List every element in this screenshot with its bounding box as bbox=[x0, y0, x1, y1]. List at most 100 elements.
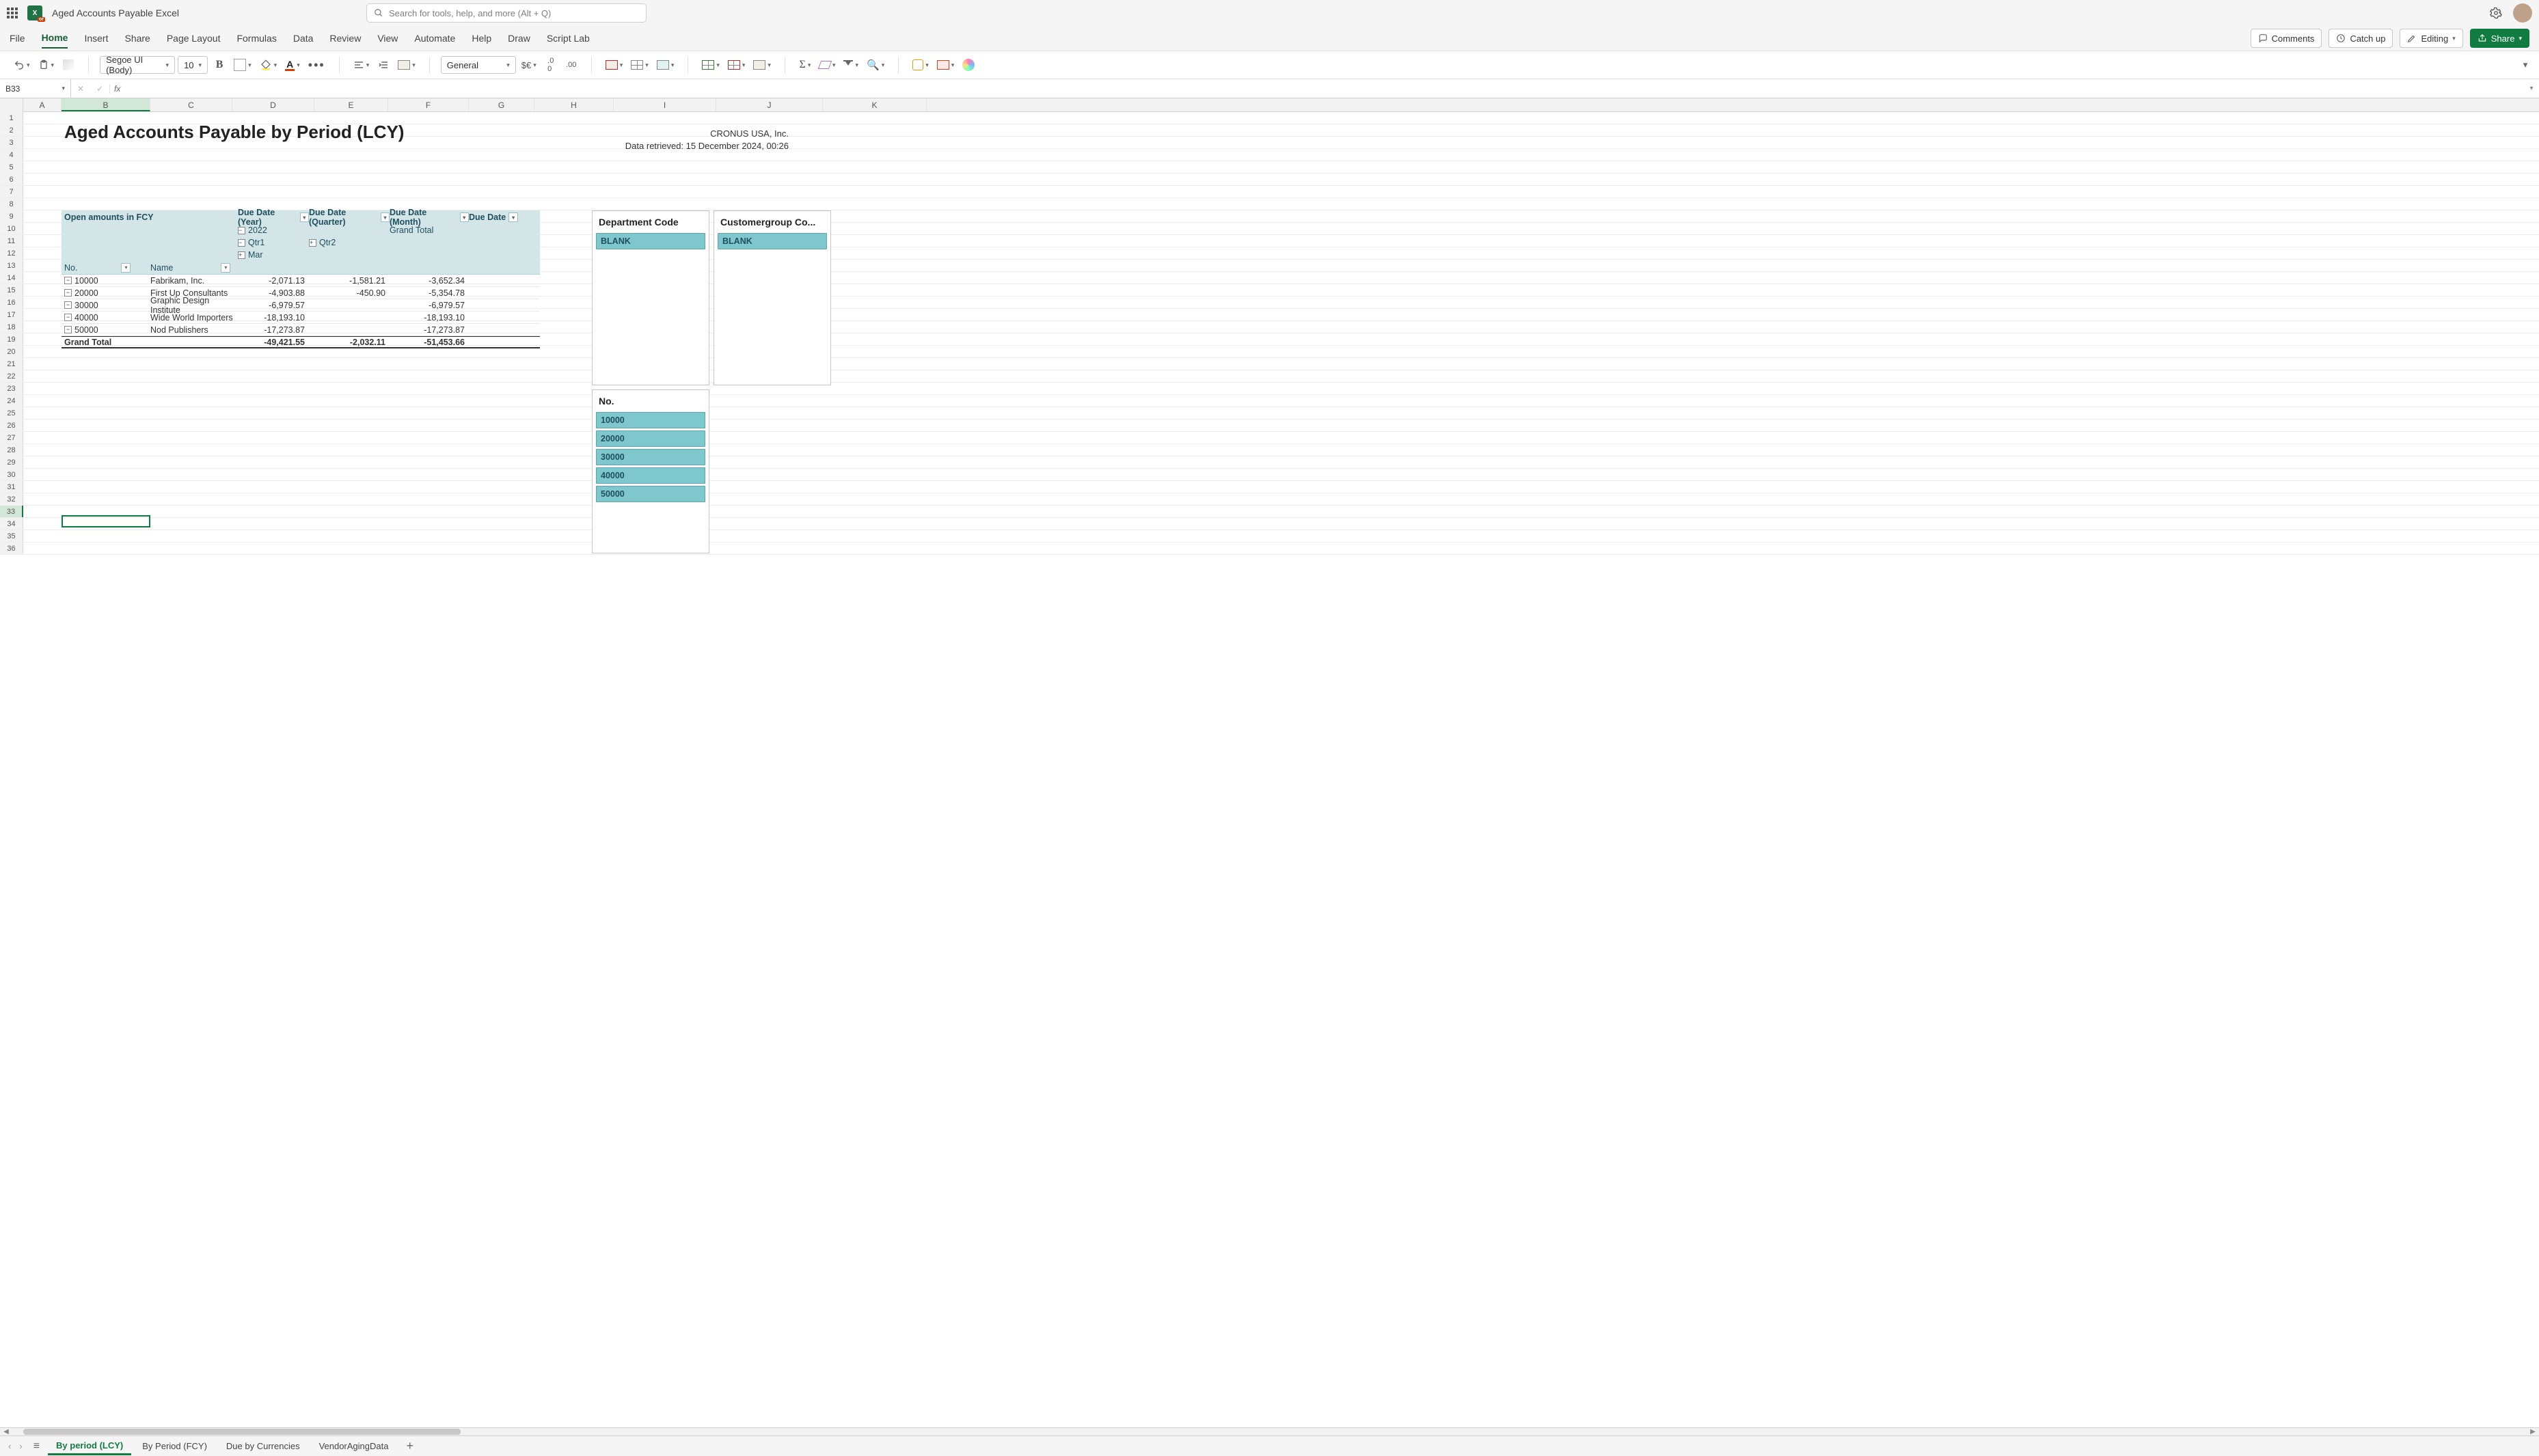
find-button[interactable]: 🔍 bbox=[864, 55, 887, 74]
row-header[interactable]: 32 bbox=[0, 493, 23, 505]
slicer-no[interactable]: No. 10000 20000 30000 40000 50000 bbox=[592, 389, 709, 553]
scroll-left-icon[interactable]: ◀ bbox=[1, 1428, 11, 1436]
more-font-button[interactable]: ••• bbox=[306, 55, 328, 74]
slicer-item[interactable]: 10000 bbox=[596, 412, 705, 428]
tab-page-layout[interactable]: Page Layout bbox=[167, 29, 221, 48]
row-header[interactable]: 15 bbox=[0, 284, 23, 296]
pivot-row[interactable]: −30000 Graphic Design Institute -6,979.5… bbox=[62, 299, 540, 312]
sheet-prev-button[interactable]: ‹ bbox=[5, 1441, 14, 1451]
pivot-grand-total-row[interactable]: Grand Total -49,421.55 -2,032.11 -51,453… bbox=[62, 336, 540, 348]
row-header[interactable]: 19 bbox=[0, 333, 23, 345]
row-header[interactable]: 33 bbox=[0, 506, 23, 517]
fx-label[interactable]: fx bbox=[109, 84, 124, 94]
sheet-tab[interactable]: VendorAgingData bbox=[311, 1438, 397, 1454]
paste-button[interactable] bbox=[36, 55, 57, 74]
font-size-select[interactable]: 10 ▾ bbox=[178, 56, 208, 74]
pivot-no-filter-icon[interactable]: ▾ bbox=[121, 263, 131, 273]
insert-cells-button[interactable] bbox=[699, 55, 722, 74]
tab-share[interactable]: Share bbox=[124, 29, 150, 48]
undo-button[interactable] bbox=[11, 55, 33, 74]
tab-insert[interactable]: Insert bbox=[84, 29, 108, 48]
row-header[interactable]: 16 bbox=[0, 297, 23, 308]
row-header[interactable]: 11 bbox=[0, 235, 23, 247]
col-header-i[interactable]: I bbox=[614, 98, 716, 111]
settings-icon[interactable] bbox=[2490, 7, 2502, 19]
slicer-item[interactable]: BLANK bbox=[718, 233, 827, 249]
col-header-h[interactable]: H bbox=[534, 98, 614, 111]
row-header[interactable]: 14 bbox=[0, 272, 23, 284]
tab-file[interactable]: File bbox=[10, 29, 25, 48]
scroll-right-icon[interactable]: ▶ bbox=[2528, 1428, 2538, 1436]
sheet-tab[interactable]: By period (LCY) bbox=[48, 1438, 131, 1455]
row-header[interactable]: 36 bbox=[0, 542, 23, 554]
tab-formulas[interactable]: Formulas bbox=[236, 29, 276, 48]
row-header[interactable]: 13 bbox=[0, 260, 23, 271]
cancel-formula-button[interactable]: ✕ bbox=[71, 84, 90, 94]
ribbon-overflow-button[interactable]: ▾ bbox=[2518, 55, 2532, 75]
delete-cells-button[interactable] bbox=[725, 55, 748, 74]
enter-formula-button[interactable]: ✓ bbox=[90, 84, 109, 94]
currency-button[interactable]: $€ bbox=[519, 55, 539, 74]
col-header-e[interactable]: E bbox=[314, 98, 388, 111]
horizontal-scrollbar[interactable]: ◀ ▶ bbox=[0, 1427, 2539, 1436]
add-sheet-button[interactable]: + bbox=[399, 1439, 420, 1453]
slicer-item[interactable]: 30000 bbox=[596, 449, 705, 465]
name-box[interactable]: B33 ▾ bbox=[0, 79, 71, 98]
pivot-row[interactable]: −10000 Fabrikam, Inc. -2,071.13 -1,581.2… bbox=[62, 275, 540, 287]
row-header[interactable]: 2 bbox=[0, 124, 23, 136]
tab-view[interactable]: View bbox=[377, 29, 398, 48]
row-header[interactable]: 27 bbox=[0, 432, 23, 443]
row-header[interactable]: 35 bbox=[0, 530, 23, 542]
collapse-icon[interactable]: − bbox=[64, 277, 72, 284]
tab-draw[interactable]: Draw bbox=[508, 29, 530, 48]
row-header[interactable]: 6 bbox=[0, 174, 23, 185]
h-align-button[interactable] bbox=[351, 55, 372, 74]
row-header[interactable]: 18 bbox=[0, 321, 23, 333]
row-header[interactable]: 30 bbox=[0, 469, 23, 480]
row-header[interactable]: 29 bbox=[0, 456, 23, 468]
pivot-row[interactable]: −50000 Nod Publishers -17,273.87 -17,273… bbox=[62, 324, 540, 336]
pivot-year-filter-icon[interactable]: ▾ bbox=[300, 212, 309, 222]
tab-data[interactable]: Data bbox=[293, 29, 314, 48]
row-header[interactable]: 25 bbox=[0, 407, 23, 419]
pivot-table[interactable]: Open amounts in FCY Due Date (Year) ▾ Du… bbox=[62, 210, 540, 348]
collapse-icon[interactable]: − bbox=[64, 314, 72, 321]
merge-button[interactable] bbox=[395, 55, 418, 74]
row-header[interactable]: 10 bbox=[0, 223, 23, 234]
pivot-quarter-filter-icon[interactable]: ▾ bbox=[381, 212, 390, 222]
number-format-select[interactable]: General ▾ bbox=[441, 56, 516, 74]
row-header[interactable]: 26 bbox=[0, 420, 23, 431]
col-header-a[interactable]: A bbox=[23, 98, 62, 111]
row-header[interactable]: 5 bbox=[0, 161, 23, 173]
format-painter-button[interactable] bbox=[59, 55, 77, 74]
all-sheets-button[interactable]: ≡ bbox=[28, 1440, 45, 1453]
font-select[interactable]: Segoe UI (Body) ▾ bbox=[100, 56, 175, 74]
row-header[interactable]: 23 bbox=[0, 383, 23, 394]
row-header[interactable]: 24 bbox=[0, 395, 23, 407]
fill-color-button[interactable] bbox=[257, 55, 280, 74]
format-cells-button[interactable] bbox=[750, 55, 774, 74]
select-all-button[interactable] bbox=[0, 98, 23, 112]
col-header-k[interactable]: K bbox=[823, 98, 927, 111]
share-button[interactable]: Share ▾ bbox=[2470, 29, 2529, 48]
row-header[interactable]: 31 bbox=[0, 481, 23, 493]
slicer-item[interactable]: 20000 bbox=[596, 430, 705, 447]
expand-formula-bar-button[interactable]: ▾ bbox=[2524, 85, 2539, 92]
col-header-d[interactable]: D bbox=[232, 98, 314, 111]
slicer-customergroup[interactable]: Customergroup Co... BLANK bbox=[714, 210, 831, 385]
col-header-j[interactable]: J bbox=[716, 98, 823, 111]
formula-input[interactable] bbox=[124, 79, 2524, 98]
sheet-tab[interactable]: Due by Currencies bbox=[218, 1438, 308, 1454]
autosum-button[interactable]: Σ bbox=[796, 55, 814, 74]
editing-mode-button[interactable]: Editing ▾ bbox=[2400, 29, 2462, 48]
addins-button[interactable] bbox=[934, 55, 958, 74]
row-header[interactable]: 22 bbox=[0, 370, 23, 382]
row-header[interactable]: 3 bbox=[0, 137, 23, 148]
tab-home[interactable]: Home bbox=[42, 28, 68, 49]
sensitivity-button[interactable] bbox=[910, 55, 932, 74]
row-header[interactable]: 28 bbox=[0, 444, 23, 456]
conditional-format-button[interactable] bbox=[603, 55, 626, 74]
col-header-g[interactable]: G bbox=[469, 98, 534, 111]
cell-styles-button[interactable] bbox=[654, 55, 677, 74]
slicer-item[interactable]: 50000 bbox=[596, 486, 705, 502]
